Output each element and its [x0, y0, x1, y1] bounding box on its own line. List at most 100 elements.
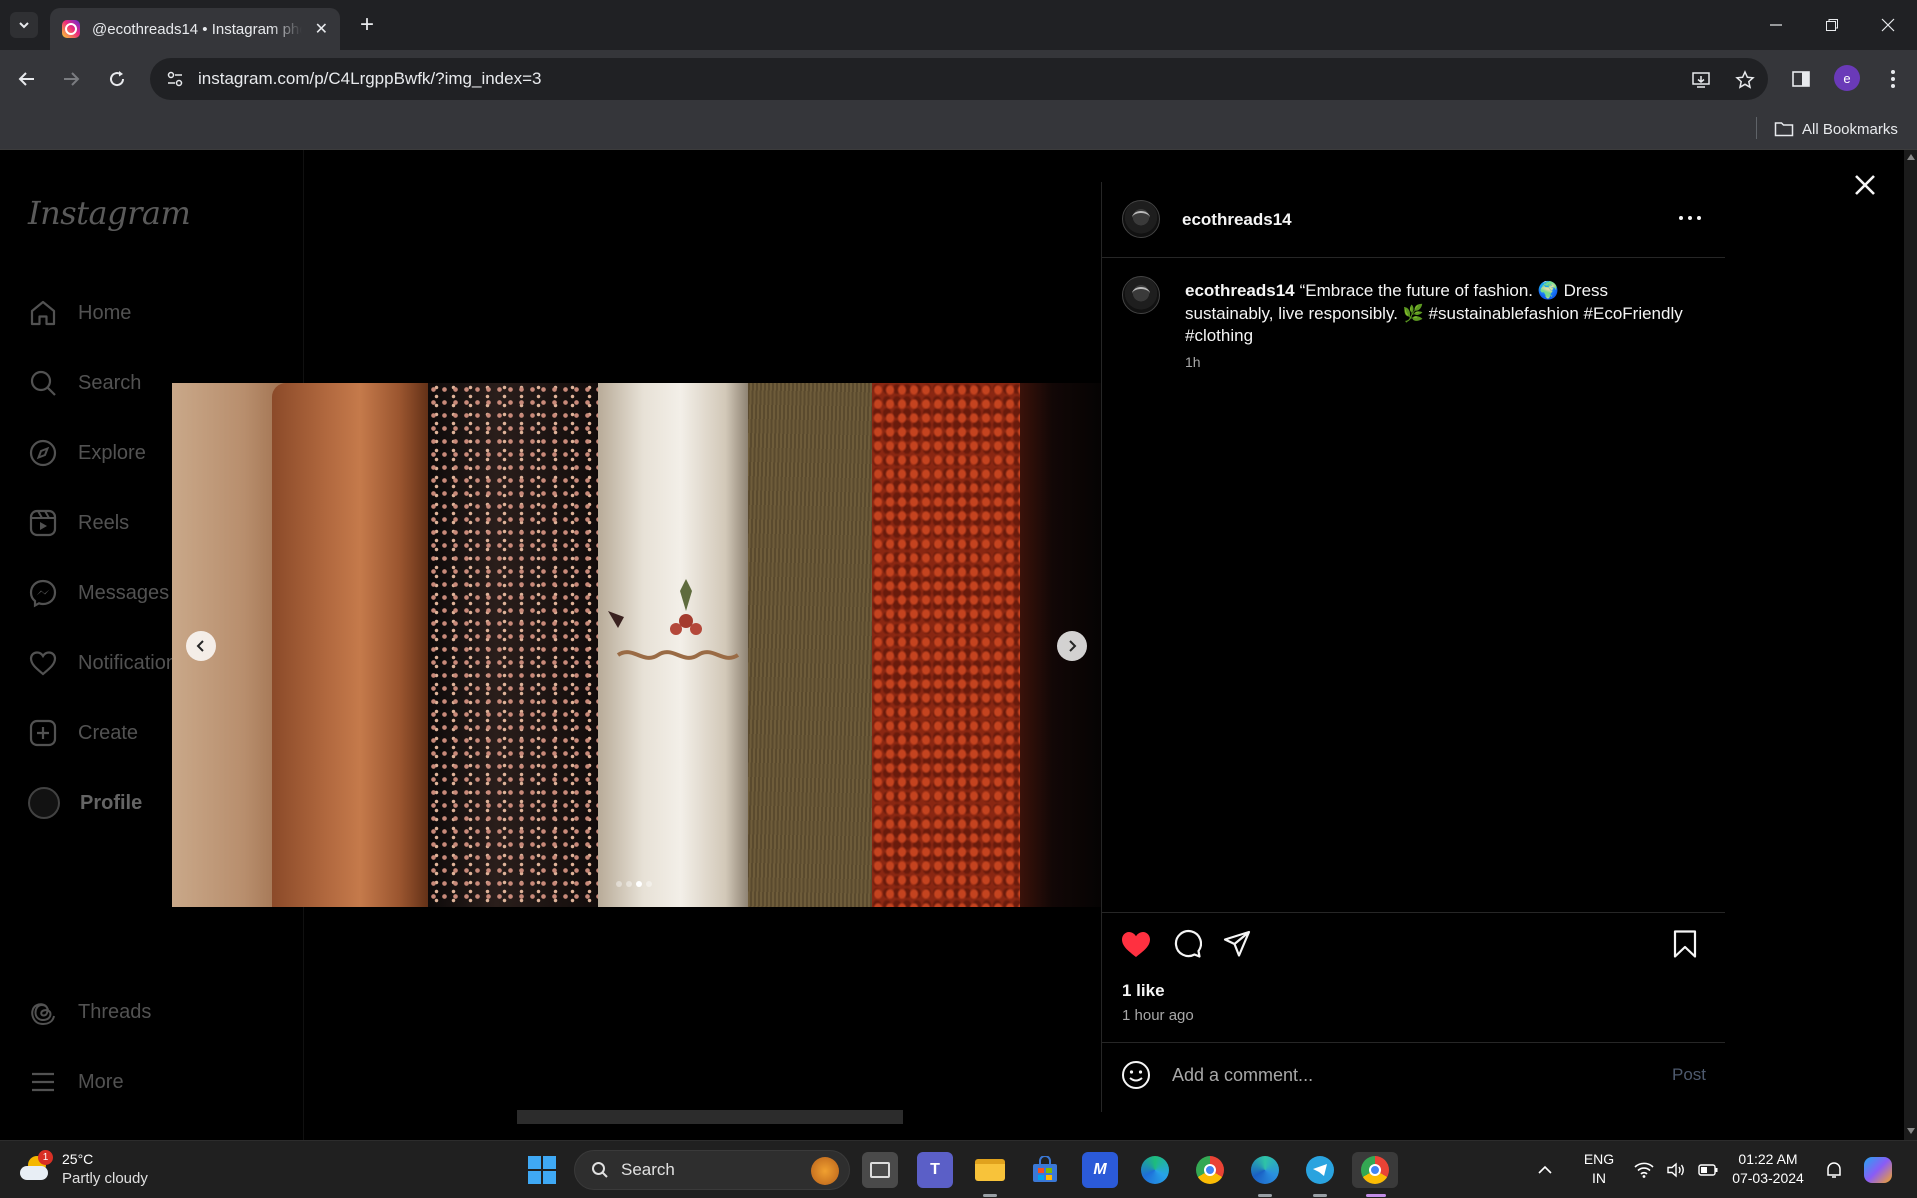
carousel-prev-button[interactable] — [186, 631, 216, 661]
install-app-icon[interactable] — [1688, 67, 1714, 93]
restore-button[interactable] — [1812, 10, 1852, 40]
avatar[interactable] — [1122, 200, 1160, 238]
teams-icon[interactable]: T — [917, 1152, 953, 1188]
search-highlight-icon — [811, 1157, 839, 1185]
chrome-active-icon[interactable] — [1352, 1152, 1398, 1188]
copilot-icon[interactable] — [1860, 1152, 1896, 1188]
battery-icon[interactable] — [1694, 1152, 1722, 1188]
comment-button[interactable] — [1170, 927, 1204, 961]
site-info-icon[interactable] — [162, 66, 188, 92]
carousel-dot — [626, 881, 632, 887]
profile-avatar[interactable]: e — [1834, 65, 1860, 91]
start-button[interactable] — [524, 1152, 560, 1188]
more-options-button[interactable] — [1675, 208, 1705, 228]
post-comment-button[interactable]: Post — [1672, 1065, 1706, 1085]
post-media-carousel[interactable] — [172, 383, 1101, 907]
sidebar-item-label: Messages — [78, 581, 170, 604]
sidebar-item-threads[interactable]: Threads — [28, 992, 151, 1032]
sidebar-item-home[interactable]: Home — [28, 293, 131, 333]
all-bookmarks-button[interactable]: All Bookmarks — [1774, 116, 1898, 142]
running-indicator — [1313, 1194, 1327, 1197]
arrow-left-icon — [18, 72, 34, 86]
like-count[interactable]: 1 like — [1122, 981, 1165, 1001]
url-text[interactable]: instagram.com/p/C4LrgppBwfk/?img_index=3 — [198, 69, 541, 89]
comment-bar: Post — [1102, 1042, 1725, 1106]
reload-icon — [110, 71, 125, 87]
folder-icon — [1774, 122, 1794, 137]
bookmarks-divider — [1756, 117, 1757, 139]
save-button[interactable] — [1668, 927, 1702, 961]
sidebar-item-search[interactable]: Search — [28, 363, 141, 403]
sidebar-item-label: Home — [78, 301, 132, 324]
side-panel-button[interactable] — [1786, 64, 1816, 94]
scroll-up-arrow-icon[interactable] — [1907, 154, 1915, 160]
telegram-icon[interactable] — [1302, 1152, 1338, 1188]
caption-username[interactable]: ecothreads14 — [1185, 281, 1295, 300]
messenger-icon — [29, 579, 57, 608]
compass-icon — [29, 439, 57, 467]
fabric-red-knit — [872, 383, 1022, 907]
chrome-icon[interactable] — [1192, 1152, 1228, 1188]
new-tab-button[interactable]: + — [352, 10, 382, 40]
comment-input[interactable] — [1172, 1061, 1632, 1089]
volume-icon[interactable] — [1662, 1152, 1690, 1188]
more-dot-icon — [1679, 216, 1683, 220]
bookmark-star-icon[interactable] — [1732, 67, 1758, 93]
sidebar-item-more[interactable]: More — [28, 1062, 124, 1102]
vscode-like-icon[interactable]: M — [1082, 1152, 1118, 1188]
close-tab-icon[interactable]: ✕ — [315, 19, 328, 39]
carousel-dot — [616, 881, 622, 887]
running-indicator — [1258, 1194, 1272, 1197]
show-hidden-icons-button[interactable] — [1533, 1152, 1557, 1188]
emoji-button[interactable] — [1120, 1059, 1152, 1091]
close-window-button[interactable] — [1868, 10, 1908, 40]
sidebar-item-label: More — [78, 1070, 124, 1093]
sidebar-item-label: Notifications — [78, 651, 187, 674]
notifications-bell-icon[interactable] — [1818, 1152, 1850, 1188]
file-explorer-icon[interactable] — [972, 1152, 1008, 1188]
post-caption: ecothreads14 “Embrace the future of fashi… — [1185, 280, 1695, 348]
sidebar-item-explore[interactable]: Explore — [28, 433, 146, 473]
search-icon — [30, 370, 56, 396]
tab-search-button[interactable] — [10, 12, 38, 38]
minimize-button[interactable] — [1756, 10, 1796, 40]
avatar[interactable] — [1122, 276, 1160, 314]
microsoft-store-icon[interactable] — [1027, 1152, 1063, 1188]
instagram-logo[interactable]: Instagram — [28, 194, 191, 232]
browser-tab-active[interactable]: @ecothreads14 • Instagram photos and vid… — [50, 8, 340, 50]
close-modal-button[interactable] — [1848, 168, 1882, 202]
vertical-scrollbar[interactable] — [1904, 150, 1917, 1140]
weather-widget[interactable]: 1 25°C Partly cloudy — [18, 1149, 148, 1189]
horizontal-scrollbar-thumb[interactable] — [517, 1110, 903, 1124]
fabric-olive-knit — [748, 383, 878, 907]
more-dot-icon — [1697, 216, 1701, 220]
reload-button[interactable] — [102, 64, 132, 94]
send-icon — [1223, 930, 1251, 957]
sidebar-item-create[interactable]: Create — [28, 713, 138, 753]
forward-button[interactable] — [56, 64, 86, 94]
language-indicator[interactable]: ENG IN — [1574, 1150, 1624, 1188]
clock[interactable]: 01:22 AM 07-03-2024 — [1728, 1150, 1808, 1188]
browser-menu-button[interactable] — [1878, 64, 1908, 94]
sidebar-item-profile[interactable]: Profile — [28, 783, 142, 823]
taskbar-search[interactable]: Search — [574, 1150, 850, 1190]
back-button[interactable] — [12, 64, 42, 94]
like-button[interactable] — [1119, 927, 1153, 961]
browser-toolbar: instagram.com/p/C4LrgppBwfk/?img_index=3… — [0, 50, 1917, 108]
wifi-icon[interactable] — [1630, 1152, 1658, 1188]
address-bar[interactable]: instagram.com/p/C4LrgppBwfk/?img_index=3 — [150, 58, 1768, 100]
heart-filled-icon — [1122, 932, 1150, 957]
share-button[interactable] — [1220, 927, 1254, 961]
carousel-next-button[interactable] — [1057, 631, 1087, 661]
sidebar-item-label: Explore — [78, 441, 146, 464]
sidebar-item-messages[interactable]: Messages — [28, 573, 169, 613]
sidebar-item-label: Reels — [78, 511, 130, 534]
sidebar-item-notifications[interactable]: Notifications — [28, 643, 187, 683]
edge-beta-icon[interactable] — [1247, 1152, 1283, 1188]
sidebar-item-reels[interactable]: Reels — [28, 503, 129, 543]
edge-icon[interactable] — [1137, 1152, 1173, 1188]
task-view-icon[interactable] — [862, 1152, 898, 1188]
post-username[interactable]: ecothreads14 — [1182, 210, 1292, 230]
scroll-down-arrow-icon[interactable] — [1907, 1128, 1915, 1134]
taskbar-search-label: Search — [621, 1160, 675, 1179]
